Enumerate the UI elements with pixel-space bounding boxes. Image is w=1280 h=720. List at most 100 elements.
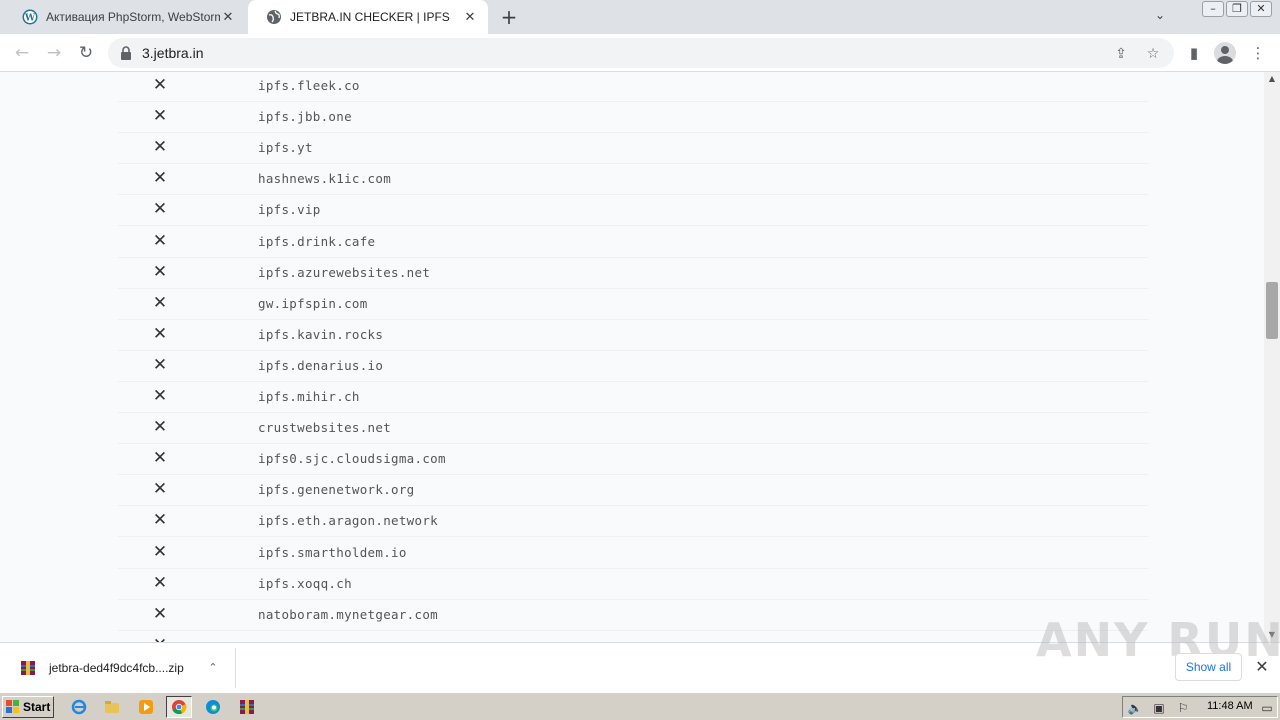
table-row: ✕ ipfs0.sjc.cloudsigma.com [118, 444, 1148, 476]
close-tab-icon[interactable]: ✕ [220, 9, 236, 25]
tab-jetbra-checker[interactable]: JETBRA.IN CHECKER | IPFS ✕ [248, 0, 488, 34]
anyrun-watermark: ANY RUN [1036, 613, 1280, 667]
table-row: ✕ ipfs.fleek.co [118, 72, 1148, 102]
status-cross-icon: ✕ [152, 168, 168, 189]
table-row: ✕ natoboram.mynetgear.com [118, 600, 1148, 631]
show-all-button[interactable]: Show all [1175, 653, 1242, 681]
gateway-host: ipfs.mihir.ch [258, 389, 360, 404]
status-cross-icon: ✕ [152, 417, 168, 438]
winrar-icon [240, 700, 254, 714]
taskbar-media-player[interactable] [133, 696, 159, 718]
browser-toolbar: ← → ↻ 3.jetbra.in ⇪ ☆ ▮ ⋮ [0, 34, 1280, 72]
chrome-icon [172, 700, 187, 715]
table-row: ✕ ipfs.xoqq.ch [118, 569, 1148, 600]
gateway-host: ipfs.kavin.rocks [258, 326, 384, 342]
reload-icon[interactable]: ↻ [74, 41, 98, 65]
download-item[interactable]: jetbra-ded4f9dc4fcb....zip ⌃ [8, 648, 236, 688]
lock-icon[interactable] [120, 46, 132, 60]
action-center-flag-icon[interactable]: ⚐ [1175, 700, 1191, 716]
close-tab-icon[interactable]: ✕ [462, 9, 478, 25]
table-row: ✕ ipfs.jbb.one [118, 102, 1148, 134]
window-controls: – ❐ ✕ [1202, 1, 1272, 17]
table-row: ✕ hashnews.k1ic.com [118, 164, 1148, 196]
windows-flag-icon [6, 700, 19, 713]
status-cross-icon: ✕ [152, 603, 168, 624]
scroll-thumb[interactable] [1266, 282, 1278, 339]
forward-arrow-icon[interactable]: → [42, 41, 66, 65]
status-cross-icon: ✕ [152, 292, 168, 313]
table-row: ✕ ipfs.drink.cafe [118, 227, 1148, 258]
gateway-host: ipfs.drink.cafe [258, 233, 376, 249]
table-row: ✕ ipfs.vip [118, 195, 1148, 227]
status-cross-icon: ✕ [152, 448, 168, 469]
page-content: ✕ ipfs.fleek.co ✕ ipfs.jbb.one ✕ ipfs.yt ✕ hash… [0, 72, 1264, 642]
table-row: ✕ ipfs.smartholdem.io [118, 538, 1148, 569]
back-arrow-icon[interactable]: ← [10, 41, 34, 65]
globe-icon [267, 10, 281, 24]
taskbar-chrome[interactable] [166, 696, 192, 718]
chevron-up-icon[interactable]: ⌃ [205, 660, 221, 676]
start-button[interactable]: Start [2, 696, 54, 718]
gateway-host: hashnews.k1ic.com [258, 171, 392, 187]
status-cross-icon: ✕ [152, 323, 168, 344]
gateway-host: gw.ipfspin.com [258, 295, 368, 311]
menu-kebab-icon[interactable]: ⋮ [1248, 43, 1268, 63]
taskbar-edge[interactable] [200, 696, 226, 718]
taskbar-ie[interactable] [66, 696, 92, 718]
restore-button[interactable]: ❐ [1226, 1, 1248, 17]
share-icon[interactable]: ⇪ [1112, 45, 1130, 63]
network-icon[interactable]: ▣ [1151, 700, 1167, 716]
taskbar-clock: 11:48 AM [1207, 700, 1253, 712]
page-scrollbar[interactable]: ▲ ▼ [1264, 72, 1280, 642]
internet-explorer-icon [71, 699, 87, 715]
gateway-host: ipfs.smartholdem.io [258, 544, 407, 560]
show-desktop-icon[interactable]: ▭ [1259, 700, 1275, 716]
gateway-host: ipfs.denarius.io [258, 357, 384, 373]
gateway-host: ipfs.eth.aragon.network [258, 513, 438, 529]
taskbar-explorer[interactable] [99, 696, 125, 718]
table-row: ✕ ipfs.genenetwork.org [118, 475, 1148, 507]
side-panel-icon[interactable]: ▮ [1184, 43, 1204, 63]
gateway-host: ipfs.jbb.one [258, 109, 352, 125]
gateway-host: ipfs.genenetwork.org [258, 482, 415, 498]
gateway-host: ipfs.fleek.co [258, 78, 360, 93]
gateway-host: ipfs0.sjc.cloudsigma.com [258, 451, 446, 467]
close-window-button[interactable]: ✕ [1250, 1, 1272, 17]
scroll-up-arrow-icon[interactable]: ▲ [1264, 72, 1280, 86]
bookmark-star-icon[interactable]: ☆ [1144, 45, 1162, 63]
start-label: Start [23, 700, 51, 714]
tab-search-chevron-icon[interactable]: ⌄ [1150, 8, 1170, 26]
download-filename: jetbra-ded4f9dc4fcb....zip [49, 661, 184, 675]
gateway-host: ipfs.vip [258, 202, 321, 218]
table-row: ✕ ipfs.azurewebsites.net [118, 258, 1148, 289]
address-bar[interactable]: 3.jetbra.in ⇪ ☆ [108, 38, 1174, 68]
status-cross-icon: ✕ [152, 137, 168, 158]
new-tab-button[interactable]: + [498, 6, 520, 28]
profile-avatar-icon[interactable] [1214, 42, 1236, 64]
winrar-archive-icon [21, 661, 35, 675]
windows-taskbar: Start 🔈 ▣ ⚐ 11:48 AM ▭ [0, 692, 1280, 720]
url-text[interactable]: 3.jetbra.in [142, 45, 203, 61]
table-row: ✕ [118, 631, 1148, 642]
minimize-button[interactable]: – [1202, 1, 1224, 17]
taskbar-winrar[interactable] [234, 696, 260, 718]
status-cross-icon: ✕ [152, 479, 168, 500]
table-row: ✕ ipfs.mihir.ch [118, 382, 1148, 413]
status-cross-icon: ✕ [152, 261, 168, 282]
svg-text:W: W [24, 14, 36, 24]
status-cross-icon: ✕ [152, 510, 168, 531]
status-cross-icon: ✕ [152, 230, 168, 251]
status-cross-icon: ✕ [152, 354, 168, 375]
tab-title: JETBRA.IN CHECKER | IPFS [290, 10, 450, 24]
close-shelf-icon[interactable]: ✕ [1252, 657, 1272, 677]
table-row: ✕ crustwebsites.net [118, 413, 1148, 445]
gateway-host: crustwebsites.net [258, 420, 392, 436]
system-tray: 🔈 ▣ ⚐ 11:48 AM ▭ [1122, 696, 1278, 718]
status-cross-icon: ✕ [152, 199, 168, 220]
gateway-host: ipfs.xoqq.ch [258, 575, 352, 591]
status-cross-icon: ✕ [152, 106, 168, 127]
table-row: ✕ ipfs.kavin.rocks [118, 320, 1148, 351]
edge-icon [206, 700, 220, 714]
volume-icon[interactable]: 🔈 [1127, 700, 1143, 716]
tab-activation[interactable]: W Активация PhpStorm, WebStorm, Int ✕ [4, 0, 246, 34]
